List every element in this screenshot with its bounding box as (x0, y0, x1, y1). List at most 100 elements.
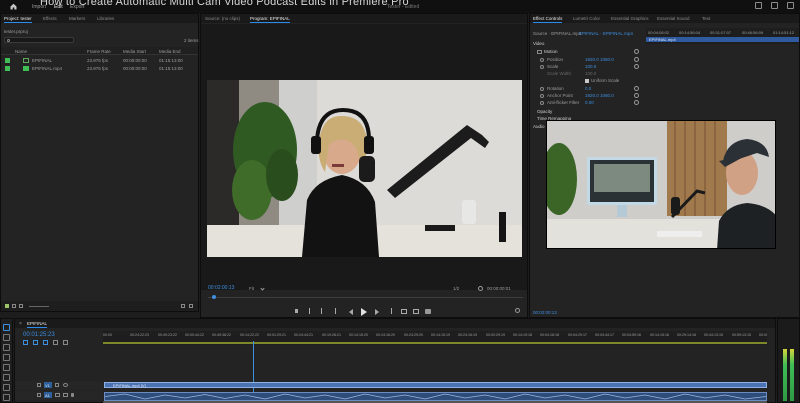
effect-controls-timecode[interactable]: 00:02:00:13 (533, 310, 557, 315)
property-value[interactable]: 100.0 (585, 64, 596, 69)
home-icon[interactable] (10, 3, 17, 10)
list-item[interactable]: EPIFINAL.mp4 23.976 fps 00:00:00:00 01:1… (1, 65, 198, 73)
type-tool-icon[interactable] (3, 394, 10, 401)
reset-icon[interactable] (634, 100, 639, 105)
captions-icon[interactable] (63, 340, 68, 345)
pencil-icon[interactable] (5, 304, 9, 308)
tab-program[interactable]: Program: EPIFINAL (250, 16, 290, 23)
reset-icon[interactable] (634, 57, 639, 62)
monitor-scrubber[interactable] (208, 297, 523, 298)
tab-effect-controls[interactable]: Effect Controls (533, 16, 563, 23)
property-value[interactable]: 0.0 (585, 86, 591, 91)
tab-essential-graphics[interactable]: Essential Graphics (611, 16, 649, 21)
playhead-timecode[interactable]: 00:02:00:13 (208, 285, 234, 291)
source-clip-label[interactable]: Source · EPIFINAL.mp4 (533, 31, 581, 36)
tab-text[interactable]: Text (702, 16, 710, 21)
tab-source[interactable]: Source: (no clips) (205, 16, 240, 21)
resolution-dropdown[interactable]: 1/2 (453, 286, 459, 291)
property-value[interactable]: 1920.0 1080.0 (585, 57, 614, 62)
stopwatch-icon[interactable] (540, 65, 544, 69)
mark-in-icon[interactable] (309, 308, 312, 314)
audio-clip[interactable] (104, 392, 767, 401)
wrench-icon[interactable] (478, 286, 483, 291)
mark-out-icon[interactable] (319, 308, 322, 314)
sync-lock-icon[interactable] (55, 383, 59, 387)
sequence-clip-label[interactable]: EPIFINAL · EPIFINAL.mp4 (579, 31, 633, 36)
close-icon[interactable]: × (19, 321, 22, 327)
opacity-effect-label[interactable]: Opacity (537, 109, 552, 114)
share-icon[interactable] (755, 2, 762, 9)
timeline-timecode[interactable]: 00:01:25:23 (23, 332, 55, 338)
work-area-bar[interactable] (103, 342, 767, 344)
tab-project[interactable]: Project: tester (4, 16, 32, 23)
solo-icon[interactable] (63, 393, 68, 397)
ripple-edit-tool-icon[interactable] (3, 344, 10, 351)
fullscreen-icon[interactable] (771, 2, 778, 9)
timeline-settings-icon[interactable] (53, 340, 58, 345)
icon-view-icon[interactable] (19, 304, 23, 308)
property-value[interactable]: 0.00 (585, 100, 594, 105)
property-row[interactable]: Anti-flicker Filter 0.00 (530, 99, 646, 107)
stopwatch-icon[interactable] (540, 58, 544, 62)
lift-icon[interactable] (401, 309, 407, 314)
mute-icon[interactable] (55, 393, 60, 397)
col-media-end[interactable]: Media End (159, 49, 181, 54)
tab-libraries[interactable]: Libraries (97, 16, 114, 21)
add-marker-icon[interactable] (43, 340, 48, 345)
stopwatch-icon[interactable] (540, 94, 544, 98)
property-row[interactable]: Uniform Scale (530, 77, 646, 85)
selection-tool-icon[interactable] (3, 324, 10, 331)
new-item-icon[interactable] (181, 304, 185, 308)
video-clip[interactable]: EPIFINAL.mp4 [V] (104, 382, 767, 388)
reset-icon[interactable] (634, 64, 639, 69)
col-media-start[interactable]: Media Start (123, 49, 146, 54)
property-value[interactable]: 1920.0 1080.0 (585, 93, 614, 98)
go-to-out-icon[interactable] (387, 308, 392, 314)
reset-icon[interactable] (634, 49, 639, 54)
effect-timeline-ruler[interactable]: 00:04:08:02 00:14:56:04 00:31:07:07 00:4… (646, 28, 799, 44)
microphone-icon[interactable] (71, 393, 74, 397)
hand-tool-icon[interactable] (3, 384, 10, 391)
step-back-icon[interactable] (349, 309, 353, 315)
trash-icon[interactable] (189, 304, 193, 308)
fit-dropdown[interactable]: Fit (249, 286, 254, 291)
snap-icon[interactable] (23, 340, 28, 345)
search-input[interactable] (4, 37, 74, 43)
linked-selection-icon[interactable] (33, 340, 38, 345)
program-video-frame[interactable] (207, 80, 522, 257)
motion-effect-label[interactable]: Motion (544, 49, 558, 54)
col-name[interactable]: Name (15, 49, 27, 54)
tab-essential-sound[interactable]: Essential Sound (657, 16, 690, 21)
reset-icon[interactable] (634, 93, 639, 98)
settings-icon[interactable] (515, 308, 520, 313)
add-marker-icon[interactable] (295, 309, 298, 313)
bell-icon[interactable] (787, 2, 794, 9)
slip-tool-icon[interactable] (3, 364, 10, 371)
track-lock-icon[interactable] (37, 383, 41, 387)
track-lock-icon[interactable] (37, 393, 41, 397)
razor-tool-icon[interactable] (3, 354, 10, 361)
list-view-icon[interactable] (12, 304, 16, 308)
play-icon[interactable] (361, 308, 367, 316)
uniform-scale-checkbox[interactable] (585, 79, 589, 83)
stopwatch-icon[interactable] (540, 101, 544, 105)
eye-icon[interactable] (63, 383, 68, 387)
zoom-slider[interactable] (29, 306, 49, 307)
program-canvas[interactable] (201, 24, 527, 290)
tab-markers[interactable]: Markers (69, 16, 85, 21)
camera-icon[interactable] (425, 309, 431, 314)
step-forward-icon[interactable] (375, 309, 379, 315)
timeline-ruler[interactable]: 00:00 00:24:22:23 00:49:23:22 00:00:44:22 00… (103, 331, 767, 345)
monitor-playhead[interactable] (212, 295, 216, 299)
extract-icon[interactable] (413, 309, 419, 314)
reset-icon[interactable] (634, 86, 639, 91)
go-to-in-icon[interactable] (335, 308, 340, 314)
effect-clip-bar[interactable]: EPIFINAL.mp4 (646, 37, 799, 42)
tab-lumetri-color[interactable]: Lumetri Color (573, 16, 600, 21)
track-select-tool-icon[interactable] (3, 334, 10, 341)
track-header-a1[interactable]: A1 (15, 391, 103, 400)
col-frame-rate[interactable]: Frame Rate (87, 49, 111, 54)
track-header-v1[interactable]: V1 (15, 381, 103, 390)
list-item[interactable]: EPIFINAL 23.976 fps 00:00:00:00 01:15:13… (1, 57, 198, 65)
stopwatch-icon[interactable] (540, 87, 544, 91)
